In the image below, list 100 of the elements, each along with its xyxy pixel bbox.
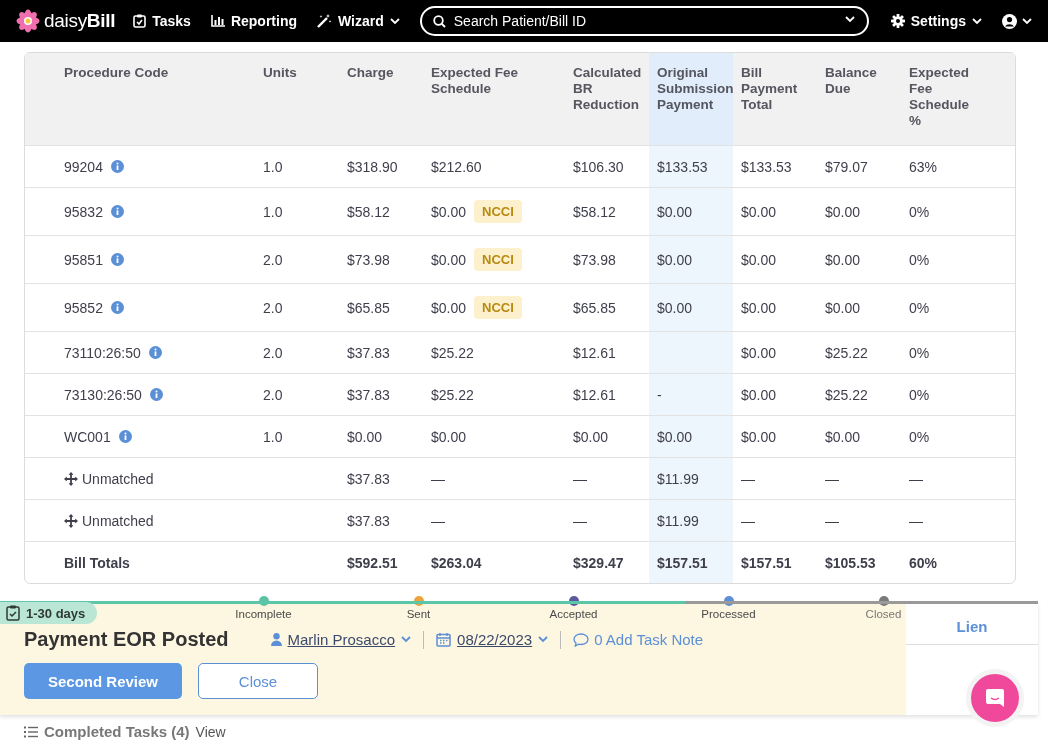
ncci-badge: NCCI <box>474 200 522 223</box>
logo-text[interactable]: daisyBill <box>44 10 116 32</box>
list-icon <box>24 725 38 738</box>
table-cell: $25.22 <box>431 344 474 361</box>
table-cell: $0.00 <box>825 251 861 268</box>
table-cell: $0.00 <box>741 203 777 220</box>
clipboard-check-icon <box>6 605 20 621</box>
table-cell: $58.12 <box>347 203 390 220</box>
table-cell: $37.83 <box>347 386 390 403</box>
nav-link[interactable]: Tasks <box>133 13 191 29</box>
table-cell: $37.83 <box>347 344 390 361</box>
table-cell: $0.00 <box>741 344 777 361</box>
table-cell: 0% <box>909 344 930 361</box>
gear-icon <box>890 14 905 28</box>
table-cell: $133.53 <box>649 146 733 187</box>
table-cell: $106.30 <box>573 158 624 175</box>
table-cell: $212.60 <box>431 158 482 175</box>
table-cell: $65.85 <box>573 299 616 316</box>
table-cell: $79.07 <box>825 158 868 175</box>
search-icon <box>432 15 446 28</box>
table-cell: $157.51 <box>741 554 792 571</box>
table-cell: $0.00 <box>741 251 777 268</box>
unmatched-label: Unmatched <box>82 470 154 487</box>
table-cell: — <box>909 512 923 529</box>
table-cell: $318.90 <box>347 158 398 175</box>
table-cell: 0% <box>909 203 930 220</box>
table-cell: $157.51 <box>649 542 733 583</box>
table-cell: — <box>573 512 587 529</box>
table-cell: 60% <box>909 554 938 571</box>
table-cell: $73.98 <box>347 251 390 268</box>
table-cell: 0% <box>909 386 930 403</box>
table-cell: $0.00 <box>573 428 609 445</box>
user-icon <box>270 633 282 646</box>
table-cell: 2.0 <box>263 251 283 268</box>
info-icon[interactable] <box>118 430 132 443</box>
totals-label: Bill Totals <box>64 554 130 571</box>
table-cell: $0.00 <box>649 188 733 235</box>
table-cell: $12.61 <box>573 386 616 403</box>
info-icon[interactable] <box>110 253 124 266</box>
speech-bubble-icon <box>573 632 590 647</box>
table-cell: 63% <box>909 158 938 175</box>
info-icon[interactable] <box>110 205 124 218</box>
move-icon[interactable] <box>64 471 78 486</box>
assignee-dropdown[interactable]: Marlin Prosacco <box>287 631 396 648</box>
magic-wand-icon <box>317 14 332 28</box>
table-cell: - <box>649 374 733 415</box>
table-cell: $0.00 <box>741 299 777 316</box>
table-cell: — <box>909 470 923 487</box>
step-label: Accepted <box>549 608 598 620</box>
date-dropdown[interactable]: 08/22/2023 <box>457 631 533 648</box>
settings-menu[interactable]: Settings <box>890 13 982 29</box>
table-cell: $0.00 <box>431 299 467 316</box>
search-field[interactable]: Search Patient/Bill ID <box>419 6 869 36</box>
procedure-code: 95851 <box>64 251 103 268</box>
info-icon[interactable] <box>110 301 124 314</box>
info-icon[interactable] <box>110 160 124 173</box>
nav-link[interactable]: Wizard <box>317 13 400 29</box>
flower-logo-icon <box>16 9 40 33</box>
user-menu[interactable] <box>1002 13 1032 29</box>
table-cell: $0.00 <box>825 299 861 316</box>
table-cell: $133.53 <box>741 158 792 175</box>
nav-link[interactable]: Reporting <box>210 13 297 29</box>
table-cell: $65.85 <box>347 299 390 316</box>
procedure-code: 99204 <box>64 158 103 175</box>
unmatched-label: Unmatched <box>82 512 154 529</box>
procedure-code: 95852 <box>64 299 103 316</box>
procedure-code: 73130:26:50 <box>64 386 142 403</box>
table-cell: 1.0 <box>263 158 283 175</box>
column-header: Original Submission Payment <box>649 53 733 145</box>
caret-icon <box>401 636 412 643</box>
table-cell: $0.00 <box>741 428 777 445</box>
table-cell: 2.0 <box>263 386 283 403</box>
table-cell: $263.04 <box>431 554 482 571</box>
info-icon[interactable] <box>148 346 162 359</box>
procedure-code: WC001 <box>64 428 111 445</box>
table-cell: 0% <box>909 299 930 316</box>
table-cell: $37.83 <box>347 470 390 487</box>
table-cell: — <box>825 512 839 529</box>
table-cell: $25.22 <box>825 344 868 361</box>
table-cell: $0.00 <box>347 428 383 445</box>
table-cell: $25.22 <box>825 386 868 403</box>
caret-icon <box>844 16 855 23</box>
table-cell: 2.0 <box>263 344 283 361</box>
table-cell: — <box>431 512 445 529</box>
table-cell: $0.00 <box>741 386 777 403</box>
table-cell: $0.00 <box>649 284 733 331</box>
ncci-badge: NCCI <box>474 248 522 271</box>
step-label: Closed <box>865 608 902 620</box>
table-cell: — <box>741 512 755 529</box>
info-icon[interactable] <box>149 388 163 401</box>
table-cell: $73.98 <box>573 251 616 268</box>
move-icon[interactable] <box>64 513 78 528</box>
chat-icon <box>985 688 1005 708</box>
caret-icon <box>538 636 549 643</box>
view-link[interactable]: View <box>195 723 226 740</box>
caret-icon <box>389 17 400 25</box>
age-tag: 1-30 days <box>0 602 98 624</box>
table-cell: $25.22 <box>431 386 474 403</box>
completed-tasks-label: Completed Tasks (4) <box>44 723 190 740</box>
table-cell: — <box>825 470 839 487</box>
